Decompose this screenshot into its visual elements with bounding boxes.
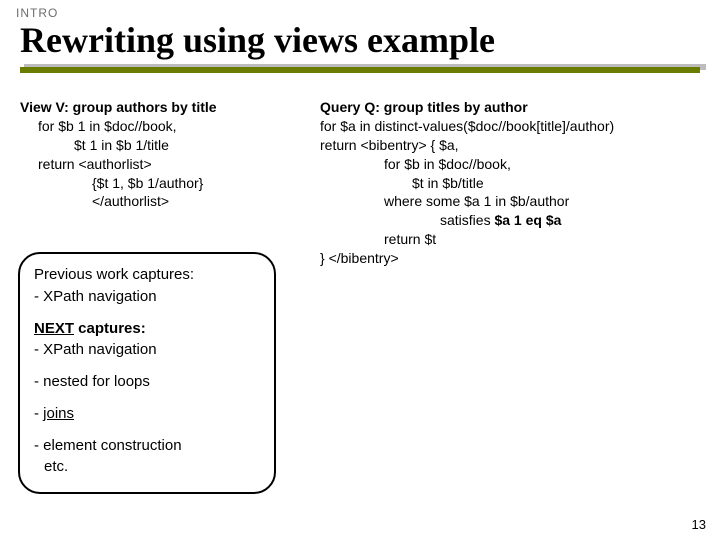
query-satisfies: satisfies [440, 212, 494, 228]
page-number: 13 [692, 517, 706, 532]
page-title: Rewriting using views example [20, 22, 700, 60]
query-line: satisfies $a 1 eq $a [320, 211, 700, 230]
next-item: - XPath navigation [34, 339, 260, 361]
joins-group: - joins [34, 403, 260, 425]
view-line: return <authorlist> [20, 155, 288, 174]
query-heading: Query Q: group titles by author [320, 98, 700, 117]
previous-work-group: Previous work captures: - XPath navigati… [34, 264, 260, 308]
query-condition-bold: $a 1 eq $a [494, 212, 561, 228]
view-line: for $b 1 in $doc//book, [20, 117, 288, 136]
next-group: NEXT captures: - XPath navigation [34, 318, 260, 362]
previous-work-lead: Previous work captures: [34, 266, 194, 283]
title-block: Rewriting using views example [20, 22, 700, 73]
view-line: $t 1 in $b 1/title [20, 136, 288, 155]
query-line: return <bibentry> { $a, [320, 136, 700, 155]
element-construction-group: - element construction etc. [34, 435, 260, 479]
query-line: $t in $b/title [320, 174, 700, 193]
next-lead-rest: captures: [74, 320, 146, 337]
query-line: where some $a 1 in $b/author [320, 192, 700, 211]
slide: INTRO Rewriting using views example View… [0, 0, 720, 540]
nested-loops-group: - nested for loops [34, 371, 260, 393]
section-label: INTRO [16, 6, 58, 20]
left-column: View V: group authors by title for $b 1 … [20, 98, 288, 211]
query-line: } </bibentry> [320, 249, 700, 268]
view-heading: View V: group authors by title [20, 98, 288, 117]
next-lead-underlined: NEXT [34, 320, 74, 337]
element-construction-etc: etc. [34, 456, 260, 478]
query-line: for $b in $doc//book, [320, 155, 700, 174]
joins-dash: - [34, 405, 43, 422]
query-definition: Query Q: group titles by author for $a i… [320, 98, 700, 268]
previous-work-item: - XPath navigation [34, 286, 260, 308]
query-line: return $t [320, 230, 700, 249]
view-definition: View V: group authors by title for $b 1 … [20, 98, 288, 211]
view-line: {$t 1, $b 1/author} [20, 174, 288, 193]
nested-loops-item: - nested for loops [34, 371, 260, 393]
title-rule [20, 67, 700, 73]
joins-item: joins [43, 405, 74, 422]
query-line: for $a in distinct-values($doc//book[tit… [320, 117, 700, 136]
captures-box: Previous work captures: - XPath navigati… [18, 252, 276, 494]
element-construction-item: - element construction [34, 435, 260, 457]
content-area: View V: group authors by title for $b 1 … [20, 98, 700, 516]
right-column: Query Q: group titles by author for $a i… [320, 98, 700, 268]
view-line: </authorlist> [20, 192, 288, 211]
